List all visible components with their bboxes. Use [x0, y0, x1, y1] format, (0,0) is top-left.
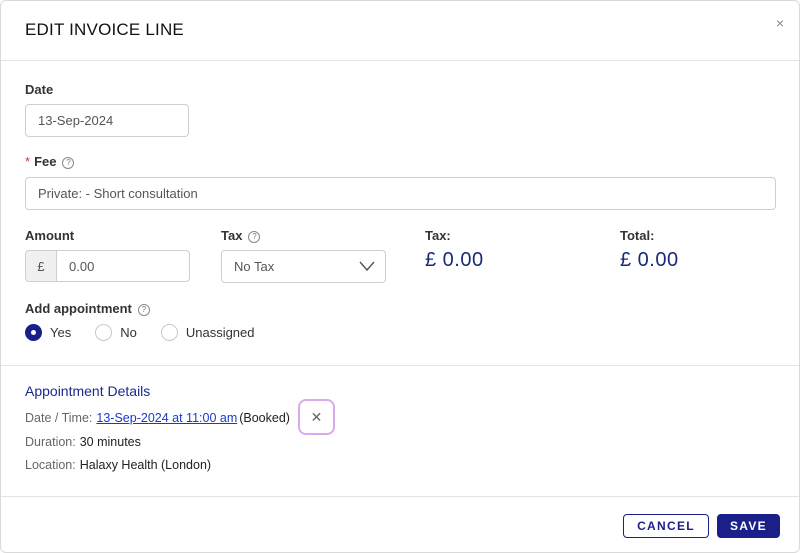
remove-appointment-button[interactable]: ✕ [298, 399, 335, 435]
currency-prefix: £ [25, 250, 57, 282]
radio-no[interactable]: No [95, 324, 137, 341]
radio-unselected-icon [160, 324, 178, 341]
section-divider [1, 365, 799, 366]
fee-input[interactable]: Private: - Short consultation [25, 177, 776, 210]
date-input[interactable]: 13-Sep-2024 [25, 104, 189, 137]
date-value: 13-Sep-2024 [38, 113, 114, 128]
dialog-header: EDIT INVOICE LINE × [1, 1, 799, 61]
total-label: Total: [620, 228, 655, 243]
datetime-label: Date / Time: [25, 411, 93, 425]
radio-label: No [120, 325, 137, 340]
radio-yes[interactable]: Yes [25, 324, 71, 341]
appointment-details-title: Appointment Details [25, 383, 151, 399]
amount-label: Amount [25, 228, 75, 243]
tax-select-value: No Tax [234, 259, 275, 274]
footer-divider [1, 496, 799, 497]
tax-total-value: £ 0.00 [425, 249, 484, 271]
radio-label: Yes [50, 325, 72, 340]
help-icon[interactable]: ? [137, 304, 150, 316]
fee-label-group: * Fee? [25, 154, 75, 169]
appointment-datetime-row: Date / Time: 13-Sep-2024 at 11:00 am (Book… [25, 411, 290, 425]
radio-unselected-icon [95, 324, 113, 341]
amount-value: 0.00 [69, 258, 95, 274]
fee-value: Private: - Short consultation [38, 186, 198, 201]
appointment-status: (Booked) [239, 411, 290, 425]
close-icon: ✕ [310, 408, 323, 425]
help-icon[interactable]: ? [62, 157, 75, 169]
total-value: £ 0.00 [620, 249, 679, 271]
appointment-duration-row: Duration: 30 minutes [25, 435, 141, 449]
date-label: Date [25, 82, 54, 97]
required-marker: * [25, 154, 31, 169]
help-icon[interactable]: ? [248, 231, 261, 243]
tax-total-label: Tax: [425, 228, 451, 243]
tax-label-group: Tax? [221, 228, 261, 243]
location-label: Location: [25, 458, 76, 472]
add-appointment-label-group: Add appointment? [25, 301, 150, 316]
close-icon[interactable]: × [776, 16, 784, 30]
edit-invoice-line-dialog: EDIT INVOICE LINE × Date 13-Sep-2024 * Fe… [0, 0, 800, 553]
duration-label: Duration: [25, 435, 76, 449]
amount-input[interactable]: 0.00 [56, 250, 190, 282]
appointment-datetime-link[interactable]: 13-Sep-2024 at 11:00 am [96, 411, 237, 425]
appointment-location-row: Location: Halaxy Health (London) [25, 458, 211, 472]
radio-selected-icon [25, 324, 42, 341]
cancel-button[interactable]: CANCEL [623, 514, 709, 538]
tax-label: Tax [221, 228, 243, 243]
tax-select[interactable]: No Tax [221, 250, 386, 283]
radio-label: Unassigned [185, 325, 255, 340]
add-appointment-label: Add appointment [25, 301, 132, 316]
duration-value: 30 minutes [79, 435, 141, 449]
chevron-down-icon [359, 261, 375, 272]
dialog-title: EDIT INVOICE LINE [25, 20, 184, 39]
save-button[interactable]: SAVE [717, 514, 780, 538]
location-value: Halaxy Health (London) [79, 458, 212, 472]
fee-label: Fee [34, 154, 57, 169]
radio-unassigned[interactable]: Unassigned [160, 324, 255, 341]
add-appointment-radio-group: Yes No Unassigned [25, 324, 279, 341]
